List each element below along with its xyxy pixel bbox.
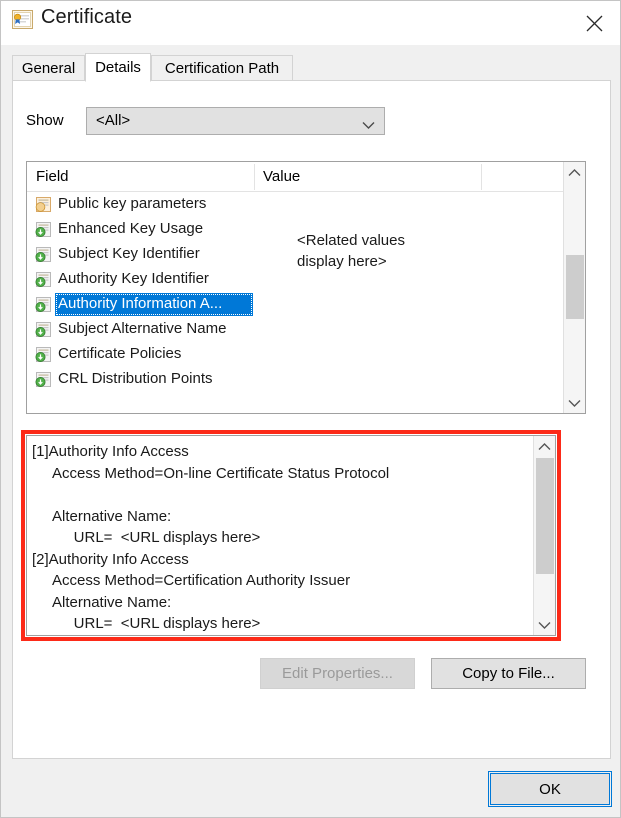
certificate-dialog: Certificate General Details Certificatio… xyxy=(0,0,621,818)
certificate-field-icon xyxy=(35,196,52,213)
chevron-down-icon xyxy=(362,117,375,135)
tab-details[interactable]: Details xyxy=(85,53,151,82)
chevron-down-icon xyxy=(568,399,581,407)
scroll-thumb[interactable] xyxy=(566,255,584,319)
certificate-extension-icon xyxy=(35,296,52,313)
field-list-row-label: Authority Key Identifier xyxy=(58,270,209,287)
field-list-scrollbar[interactable] xyxy=(563,162,585,413)
copy-to-file-label: Copy to File... xyxy=(462,665,555,682)
chevron-up-icon xyxy=(568,168,581,176)
certificate-extension-icon xyxy=(35,346,52,363)
certificate-extension-icon xyxy=(35,221,52,238)
show-dropdown-value: <All> xyxy=(96,112,131,129)
field-list-row-label: Subject Key Identifier xyxy=(58,245,200,262)
scroll-up-button[interactable] xyxy=(534,436,555,457)
certificate-extension-icon xyxy=(35,371,52,388)
column-header-field: Field xyxy=(36,168,69,185)
ok-label: OK xyxy=(539,780,561,798)
tab-certification-path[interactable]: Certification Path xyxy=(151,55,293,81)
tab-general-label: General xyxy=(21,60,76,77)
scroll-down-button[interactable] xyxy=(534,614,555,635)
column-header-value: Value xyxy=(263,168,301,185)
close-button[interactable] xyxy=(566,1,620,45)
field-list-row[interactable]: Subject Alternative Name xyxy=(27,317,585,342)
tab-certification-path-label: Certification Path xyxy=(164,60,280,77)
list-header: Field Value xyxy=(27,162,585,192)
column-divider xyxy=(481,164,482,190)
edit-properties-button[interactable]: Edit Properties... xyxy=(260,658,415,689)
field-detail-textbox[interactable]: [1]Authority Info Access Access Method=O… xyxy=(26,435,556,636)
chevron-down-icon xyxy=(538,621,551,629)
related-values-text: <Related values display here> xyxy=(297,232,405,270)
field-list-row[interactable]: CRL Distribution Points xyxy=(27,367,585,392)
copy-to-file-button[interactable]: Copy to File... xyxy=(431,658,586,689)
column-divider xyxy=(254,164,255,190)
field-list-row-label: Enhanced Key Usage xyxy=(58,220,204,237)
detail-scrollbar[interactable] xyxy=(533,436,555,635)
tab-general[interactable]: General xyxy=(12,55,85,81)
field-list-row[interactable]: Public key parameters xyxy=(27,192,585,217)
scroll-up-button[interactable] xyxy=(564,162,585,183)
certificate-extension-icon xyxy=(35,321,52,338)
field-list-row[interactable]: Certificate Policies xyxy=(27,342,585,367)
ok-button[interactable]: OK xyxy=(488,771,612,807)
field-list-row-label: CRL Distribution Points xyxy=(58,370,213,387)
field-rows: Public key parameters Enhanced Key Usage S… xyxy=(27,192,585,392)
certificate-extension-icon xyxy=(35,246,52,263)
field-list-row-label: Authority Information A... xyxy=(58,295,223,312)
field-list-row-label: Certificate Policies xyxy=(58,345,182,362)
certificate-extension-icon xyxy=(35,271,52,288)
edit-properties-label: Edit Properties... xyxy=(282,665,393,682)
certificate-field-list[interactable]: Field Value Public key parameters Enhance… xyxy=(26,161,586,414)
show-dropdown[interactable]: <All> xyxy=(86,107,385,135)
scroll-thumb[interactable] xyxy=(536,458,554,574)
tab-strip: General Details Certification Path xyxy=(12,53,612,82)
title-bar: Certificate xyxy=(1,1,620,45)
field-list-row[interactable]: Authority Information A... xyxy=(27,292,585,317)
scroll-down-button[interactable] xyxy=(564,392,585,413)
tab-details-label: Details xyxy=(95,59,141,76)
field-list-row-label: Subject Alternative Name xyxy=(58,320,227,337)
field-detail-text: [1]Authority Info Access Access Method=O… xyxy=(32,443,390,632)
window-title: Certificate xyxy=(41,6,133,28)
chevron-up-icon xyxy=(538,442,551,450)
close-icon xyxy=(586,15,602,31)
field-list-row-label: Public key parameters xyxy=(58,195,207,212)
certificate-icon xyxy=(12,10,33,29)
show-label: Show xyxy=(26,112,64,129)
